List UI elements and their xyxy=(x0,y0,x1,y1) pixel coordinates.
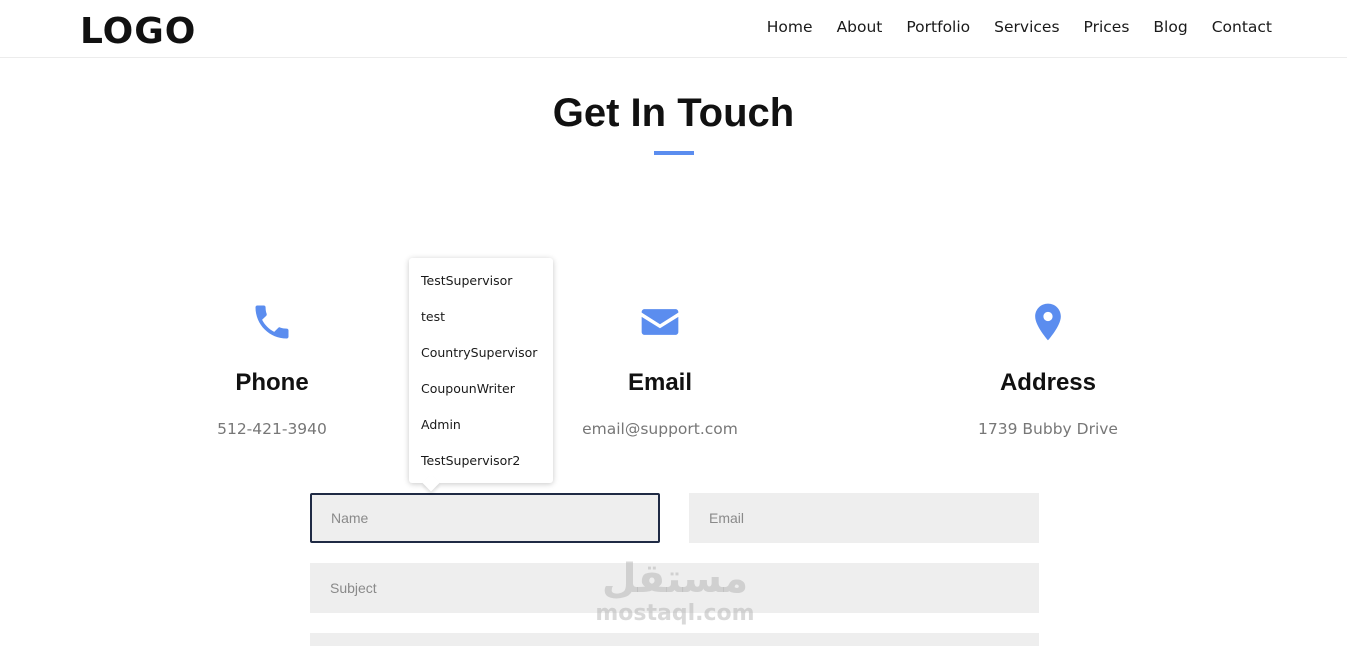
phone-icon xyxy=(152,300,392,344)
autocomplete-option[interactable]: TestSupervisor2 xyxy=(409,444,553,480)
title-underline xyxy=(654,151,694,155)
autocomplete-option[interactable]: CountrySupervisor xyxy=(409,336,553,372)
nav-services[interactable]: Services xyxy=(994,17,1059,37)
envelope-icon xyxy=(540,300,780,344)
email-field[interactable] xyxy=(689,493,1039,543)
address-value: 1739 Bubby Drive xyxy=(978,420,1118,438)
autocomplete-option[interactable]: CoupounWriter xyxy=(409,372,553,408)
nav-home[interactable]: Home xyxy=(767,17,813,37)
nav-portfolio[interactable]: Portfolio xyxy=(906,17,970,37)
autocomplete-option[interactable]: Admin xyxy=(409,408,553,444)
phone-value: 512-421-3940 xyxy=(217,420,327,438)
nav-contact[interactable]: Contact xyxy=(1212,17,1272,37)
site-header: LOGO Home About Portfolio Services Price… xyxy=(0,0,1347,58)
message-field[interactable] xyxy=(310,633,1039,646)
main-nav: Home About Portfolio Services Prices Blo… xyxy=(743,17,1272,37)
address-heading: Address xyxy=(999,369,1097,396)
name-field[interactable] xyxy=(310,493,660,543)
autocomplete-option[interactable]: test xyxy=(409,300,553,336)
subject-field[interactable] xyxy=(310,563,1039,613)
autocomplete-option[interactable]: TestSupervisor xyxy=(409,264,553,300)
nav-blog[interactable]: Blog xyxy=(1153,17,1187,37)
section-title: Get In Touch xyxy=(552,91,795,135)
phone-heading: Phone xyxy=(235,369,309,396)
phone-info: Phone 512-421-3940 xyxy=(152,300,392,440)
logo[interactable]: LOGO xyxy=(80,12,196,52)
address-info: Address 1739 Bubby Drive xyxy=(928,300,1168,440)
autocomplete-dropdown: TestSupervisor test CountrySupervisor Co… xyxy=(409,258,553,483)
email-value: email@support.com xyxy=(582,420,738,438)
map-pin-icon xyxy=(928,300,1168,344)
nav-about[interactable]: About xyxy=(837,17,883,37)
nav-prices[interactable]: Prices xyxy=(1084,17,1130,37)
email-info: Email email@support.com xyxy=(540,300,780,440)
email-heading: Email xyxy=(627,369,693,396)
